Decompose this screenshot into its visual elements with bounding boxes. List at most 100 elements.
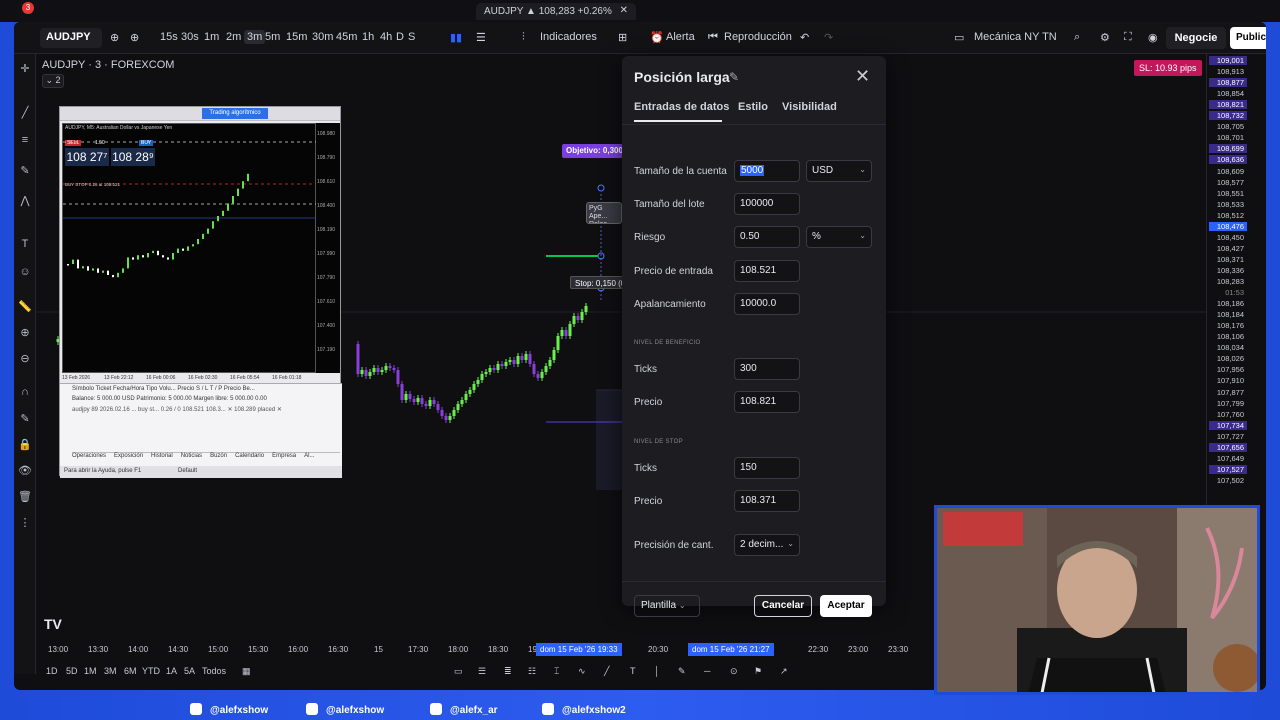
brush-tool-icon[interactable]: ✎ bbox=[678, 666, 686, 677]
range-3M[interactable]: 3M bbox=[104, 666, 117, 676]
symbol-search-button[interactable]: AUDJPY bbox=[40, 28, 102, 48]
close-icon[interactable]: ✕ bbox=[855, 66, 870, 87]
range-Todos[interactable]: Todos bbox=[202, 666, 226, 676]
brush-icon[interactable]: ✎ bbox=[18, 164, 32, 178]
range-5A[interactable]: 5A bbox=[184, 666, 195, 676]
timeframe-2m[interactable]: 2m bbox=[226, 31, 241, 43]
pattern-icon[interactable]: ⋀ bbox=[18, 194, 32, 208]
lock-icon[interactable]: 🔒 bbox=[18, 438, 32, 452]
risk-input[interactable]: 0.50 bbox=[734, 226, 800, 248]
text-tool-icon[interactable]: T bbox=[630, 666, 636, 676]
flag-tool-icon[interactable]: ⚑ bbox=[754, 666, 762, 677]
target-tool-icon[interactable]: ⊙ bbox=[730, 666, 738, 677]
object-tree-icon[interactable]: ⋮ bbox=[18, 516, 32, 530]
replay-button[interactable]: Reproducción bbox=[724, 31, 792, 43]
browser-tab[interactable]: AUDJPY ▲ 108,283 +0.26% ✕ bbox=[476, 3, 636, 20]
target-handle[interactable] bbox=[597, 184, 605, 192]
profit-ticks-input[interactable]: 300 bbox=[734, 358, 800, 380]
timeframe-15m[interactable]: 15m bbox=[286, 31, 307, 43]
fib-tool-icon[interactable]: ☷ bbox=[528, 666, 536, 677]
range-5D[interactable]: 5D bbox=[66, 666, 78, 676]
timeframe-4h[interactable]: 4h bbox=[380, 31, 392, 43]
zoom-out-icon[interactable]: ⊖ bbox=[18, 352, 32, 366]
trendline-icon[interactable]: ╱ bbox=[18, 106, 32, 120]
precision-select[interactable]: 2 decim... ⌄ bbox=[734, 534, 800, 556]
fib-icon[interactable]: ≡ bbox=[18, 134, 32, 148]
candle bbox=[360, 370, 364, 374]
chart-style-icon[interactable]: ☰ bbox=[476, 31, 486, 44]
text-icon[interactable]: T bbox=[18, 238, 32, 252]
rect-tool-icon[interactable]: ▭ bbox=[454, 666, 463, 677]
currency-select[interactable]: USD ⌄ bbox=[806, 160, 872, 182]
compare-icon[interactable]: ⊕ bbox=[110, 31, 119, 44]
fullscreen-icon[interactable]: ⛶ bbox=[1124, 31, 1132, 44]
tab-style[interactable]: Estilo bbox=[738, 101, 768, 113]
camera-icon[interactable]: ◉ bbox=[1148, 31, 1158, 44]
timeframe-45m[interactable]: 45m bbox=[336, 31, 357, 43]
crosshair-icon[interactable]: ✛ bbox=[18, 62, 32, 76]
timeframe-3m[interactable]: 3m bbox=[244, 30, 266, 44]
ok-button[interactable]: Aceptar bbox=[820, 595, 872, 617]
range-1D[interactable]: 1D bbox=[46, 666, 58, 676]
risk-unit-select[interactable]: % ⌄ bbox=[806, 226, 872, 248]
magnet-icon[interactable]: ∩ bbox=[18, 386, 32, 400]
ruler-icon[interactable]: 📏 bbox=[18, 300, 32, 314]
alert-icon[interactable]: ⏰ bbox=[650, 31, 664, 44]
entry-price-input[interactable]: 108.521 bbox=[734, 260, 800, 282]
range-1A[interactable]: 1A bbox=[166, 666, 177, 676]
vline-tool-icon[interactable]: │ bbox=[654, 666, 660, 676]
cancel-button[interactable]: Cancelar bbox=[754, 595, 812, 617]
timeframe-1h[interactable]: 1h bbox=[362, 31, 374, 43]
indicators-button[interactable]: Indicadores bbox=[540, 31, 597, 43]
layout-name[interactable]: Mecánica NY TN bbox=[974, 31, 1057, 43]
range-YTD[interactable]: YTD bbox=[142, 666, 160, 676]
zoom-in-icon[interactable]: ⊕ bbox=[18, 326, 32, 340]
trash-icon[interactable]: 🗑 bbox=[18, 490, 32, 504]
indicators-icon[interactable]: ⫶ bbox=[522, 31, 525, 44]
redo-icon[interactable]: ↷ bbox=[824, 31, 833, 44]
candles-icon[interactable]: ▮▮ bbox=[450, 31, 462, 44]
rename-pencil-icon[interactable]: ✎ bbox=[729, 70, 739, 84]
layout-icon[interactable]: ▭ bbox=[954, 31, 964, 44]
eye-icon[interactable]: 👁 bbox=[18, 464, 32, 478]
account-size-input[interactable]: 5000 bbox=[734, 160, 800, 182]
undo-icon[interactable]: ↶ bbox=[800, 31, 809, 44]
leverage-input[interactable]: 10000.0 bbox=[734, 293, 800, 315]
settings-icon[interactable]: ⚙ bbox=[1100, 31, 1110, 44]
arrow-tool-icon[interactable]: ↗ bbox=[780, 666, 788, 677]
trade-button[interactable]: Negocie bbox=[1166, 27, 1226, 49]
timeframe-30m[interactable]: 30m bbox=[312, 31, 333, 43]
timeframe-15s[interactable]: 15s bbox=[160, 31, 178, 43]
lot-size-input[interactable]: 100000 bbox=[734, 193, 800, 215]
timeframe-1m[interactable]: 1m bbox=[204, 31, 219, 43]
range-6M[interactable]: 6M bbox=[124, 666, 137, 676]
search-icon[interactable]: ⌕ bbox=[1074, 31, 1080, 44]
layouts-icon[interactable]: ⊞ bbox=[618, 31, 627, 44]
add-symbol-icon[interactable]: ⊕ bbox=[130, 31, 139, 44]
list-tool-icon[interactable]: ☰ bbox=[478, 666, 486, 677]
stop-price-input[interactable]: 108.371 bbox=[734, 490, 800, 512]
price-scale[interactable]: 109,001 108,913 108,877 108,854 108,821 108,7… bbox=[1206, 54, 1250, 522]
template-button[interactable]: Plantilla ⌄ bbox=[634, 595, 700, 617]
alert-button[interactable]: Alerta bbox=[666, 31, 695, 43]
publish-button[interactable]: Publica bbox=[1230, 27, 1266, 49]
stop-ticks-input[interactable]: 150 bbox=[734, 457, 800, 479]
timeframe-5m[interactable]: 5m bbox=[265, 31, 280, 43]
timeframe-D[interactable]: D bbox=[396, 31, 404, 43]
hline-tool-icon[interactable]: ─ bbox=[704, 666, 710, 676]
tab-visibility[interactable]: Visibilidad bbox=[782, 101, 837, 113]
measure-tool-icon[interactable]: ⌶ bbox=[554, 666, 559, 677]
replay-icon[interactable]: ⏮ bbox=[708, 31, 718, 44]
lock-drawings-icon[interactable]: ✎ bbox=[18, 412, 32, 426]
timeframe-S[interactable]: S bbox=[408, 31, 415, 43]
path-tool-icon[interactable]: ∿ bbox=[578, 666, 586, 677]
goto-date-icon[interactable]: ▦ bbox=[242, 666, 251, 677]
emoji-icon[interactable]: ☺ bbox=[18, 266, 32, 280]
close-tab-icon[interactable]: ✕ bbox=[620, 5, 628, 16]
pattern-tool-icon[interactable]: ≣ bbox=[504, 666, 512, 677]
timeframe-30s[interactable]: 30s bbox=[181, 31, 199, 43]
tab-inputs[interactable]: Entradas de datos bbox=[634, 101, 729, 113]
range-1M[interactable]: 1M bbox=[84, 666, 97, 676]
profit-price-input[interactable]: 108.821 bbox=[734, 391, 800, 413]
line-tool-icon[interactable]: ╱ bbox=[604, 666, 609, 677]
